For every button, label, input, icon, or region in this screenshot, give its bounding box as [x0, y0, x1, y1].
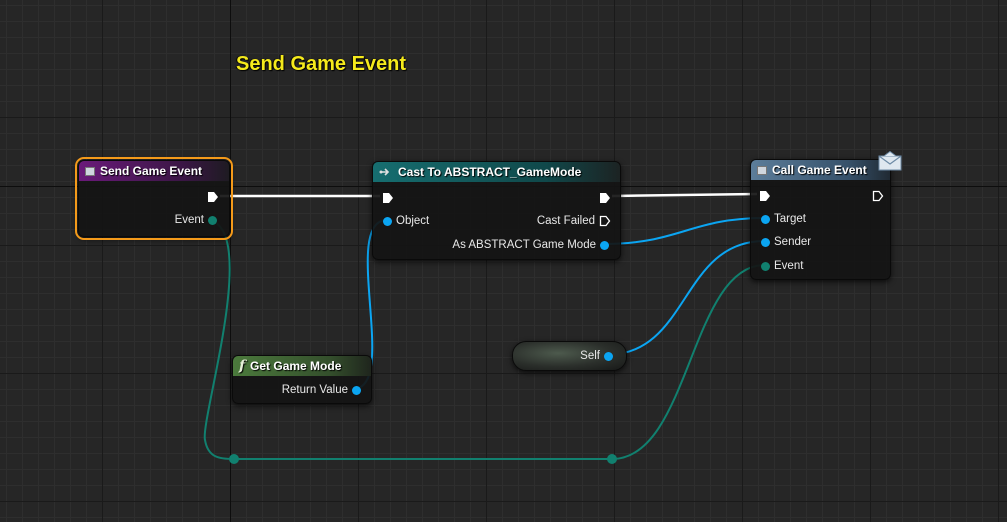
pin-event-out[interactable]: Event	[171, 213, 217, 227]
pin-circle[interactable]	[352, 385, 361, 395]
node-cast-to-gamemode[interactable]: Cast To ABSTRACT_GameMode Object Cast Fa…	[372, 161, 621, 260]
node-title: Send Game Event	[100, 164, 203, 178]
pin-circle[interactable]	[761, 261, 770, 271]
node-get-game-mode[interactable]: f Get Game Mode Return Value	[232, 355, 372, 404]
event-doc-icon	[85, 166, 95, 176]
pin-target-in[interactable]: Target	[761, 212, 810, 226]
reroute-knot-2	[607, 454, 617, 464]
pin-circle[interactable]	[604, 351, 613, 361]
exec-out-pin[interactable]	[872, 189, 884, 203]
pin-cast-failed[interactable]: Cast Failed	[533, 214, 611, 228]
pin-label: Event	[774, 260, 804, 272]
node-header: Cast To ABSTRACT_GameMode	[373, 162, 620, 182]
function-f-icon: f	[239, 358, 246, 374]
pin-label: Return Value	[281, 384, 348, 396]
exec-out-pin[interactable]	[207, 190, 219, 204]
node-header: f Get Game Mode	[233, 356, 371, 376]
node-title: Call Game Event	[772, 163, 867, 177]
exec-out-pin[interactable]	[599, 191, 611, 205]
pin-label: Cast Failed	[536, 215, 595, 227]
pin-return-value[interactable]: Return Value	[278, 383, 361, 397]
exec-in-pin[interactable]	[759, 189, 771, 203]
pin-event-in[interactable]: Event	[761, 259, 807, 273]
pin-label: As ABSTRACT Game Mode	[452, 239, 596, 251]
wire-mode-to-target	[602, 217, 766, 245]
cast-arrow-icon	[379, 167, 393, 177]
envelope-icon	[878, 150, 902, 176]
pin-object-in[interactable]: Object	[383, 214, 433, 228]
node-self[interactable]: Self	[512, 341, 627, 371]
pin-label: Self	[580, 350, 600, 362]
pin-self-out[interactable]: Self	[576, 349, 613, 363]
wire-event-reroute-3	[611, 264, 766, 460]
exec-in-pin[interactable]	[382, 191, 394, 205]
wire-self-to-sender	[605, 240, 766, 356]
node-call-game-event[interactable]: Call Game Event Target Sender Event	[750, 159, 891, 280]
pin-label: Sender	[774, 236, 812, 248]
pin-circle[interactable]	[761, 237, 770, 247]
pin-circle[interactable]	[761, 214, 770, 224]
event-doc-icon	[757, 165, 767, 175]
node-send-game-event[interactable]: Send Game Event Event	[75, 157, 233, 240]
pin-circle[interactable]	[208, 215, 217, 225]
pin-label: Target	[774, 213, 806, 225]
node-header: Call Game Event	[751, 160, 890, 180]
pin-circle[interactable]	[383, 216, 392, 226]
node-header: Send Game Event	[79, 161, 229, 181]
node-title: Cast To ABSTRACT_GameMode	[398, 165, 582, 179]
node-title: Get Game Mode	[250, 359, 342, 373]
pin-sender-in[interactable]: Sender	[761, 235, 815, 249]
pin-label: Object	[396, 215, 430, 227]
exec-wire-cast-to-call	[611, 192, 758, 198]
pin-label: Event	[174, 214, 204, 226]
pin-as-gamemode-out[interactable]: As ABSTRACT Game Mode	[448, 238, 609, 252]
comment-title: Send Game Event	[236, 53, 407, 75]
grid-axis-vertical	[230, 0, 231, 522]
pin-circle[interactable]	[600, 240, 609, 250]
